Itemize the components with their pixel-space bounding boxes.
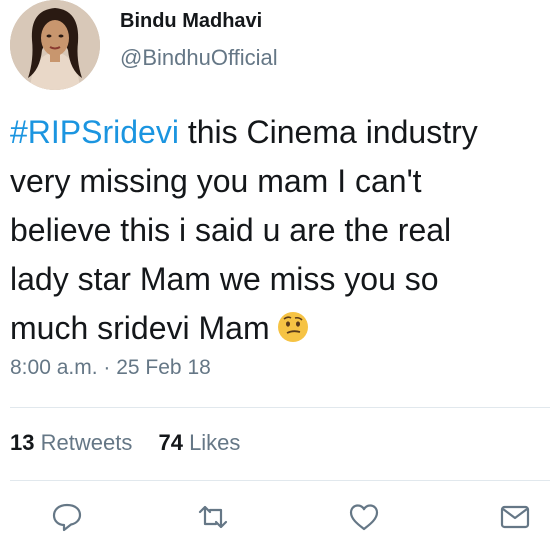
likes-label: Likes [189,430,241,455]
tweet-date: 25 Feb 18 [116,356,211,379]
tweet-text-line-5: much sridevi Mam [10,304,545,353]
tweet-text-segment: much sridevi Mam [10,310,270,346]
likes-count: 74 [158,430,183,455]
tweet-card: Bindu Madhavi @BindhuOfficial #RIPSridev… [0,0,550,550]
tweet-text: #RIPSridevi this Cinema industry very mi… [10,108,545,353]
reply-icon[interactable] [50,500,84,534]
hashtag-link[interactable]: #RIPSridevi [10,114,179,150]
retweets-count: 13 [10,430,35,455]
user-handle[interactable]: @BindhuOfficial [120,45,278,71]
retweets-stat[interactable]: 13 Retweets [10,430,132,455]
tweet-time: 8:00 a.m. [10,356,98,379]
tweet-actions [0,500,550,544]
likes-stat[interactable]: 74 Likes [158,430,240,455]
like-icon[interactable] [347,500,381,534]
timestamp[interactable]: 8:00 a.m. · 25 Feb 18 [10,356,211,380]
tweet-text-line-1: #RIPSridevi this Cinema industry [10,108,545,157]
display-name[interactable]: Bindu Madhavi [120,10,262,33]
tweet-text-line-3: believe this i said u are the real [10,212,452,248]
tweet-text-segment: this Cinema industry [178,114,478,150]
retweet-icon[interactable] [196,500,230,534]
retweets-label: Retweets [40,430,133,455]
tweet-text-line-4: lady star Mam we miss you so [10,261,439,297]
divider [10,407,550,408]
message-icon[interactable] [498,500,532,534]
divider [10,480,550,481]
timestamp-separator: · [97,356,117,379]
tweet-text-line-2: very missing you mam I can't [10,163,422,199]
thinking-face-emoji-icon [276,309,310,343]
avatar[interactable] [10,0,100,90]
tweet-stats: 13 Retweets 74 Likes [10,430,260,456]
